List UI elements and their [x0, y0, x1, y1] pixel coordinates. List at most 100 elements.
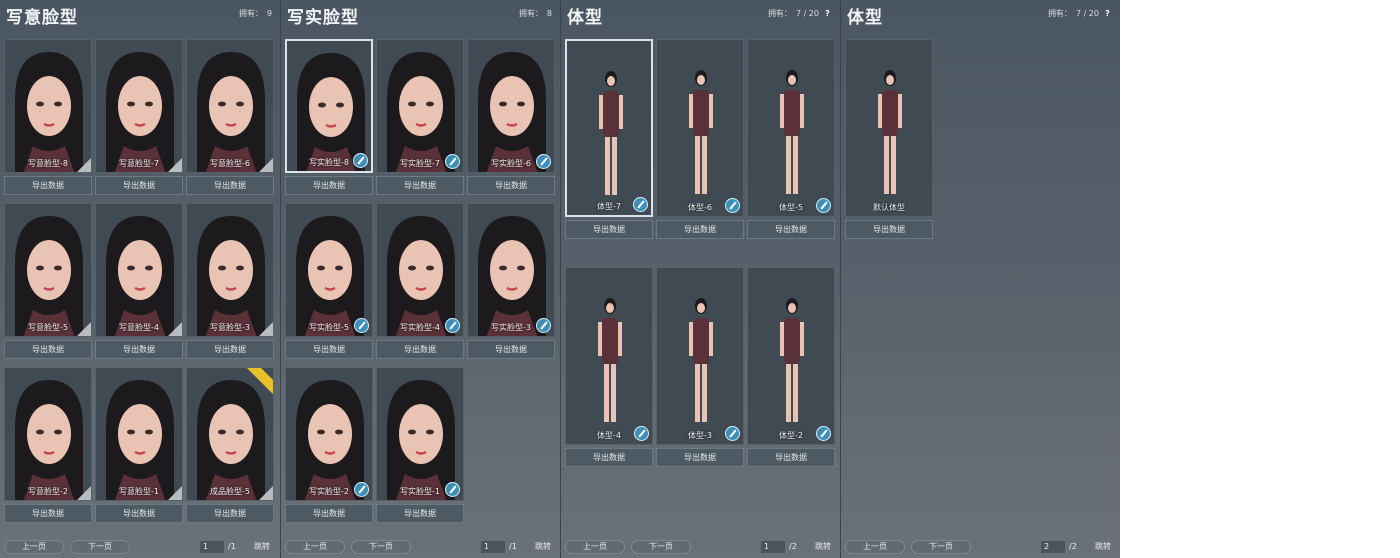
face-card[interactable]: 写意脸型-4 — [95, 203, 183, 337]
next-page-button[interactable]: 下一页 — [911, 540, 971, 554]
prev-page-button[interactable]: 上一页 — [285, 540, 345, 554]
export-data-button[interactable]: 导出数据 — [376, 504, 464, 523]
body-card[interactable]: 体型-6 — [656, 39, 744, 217]
card-name: 默认体型 — [873, 203, 905, 212]
export-data-button[interactable]: 导出数据 — [376, 176, 464, 195]
jump-button[interactable]: 跳转 — [254, 540, 270, 554]
body-card[interactable]: 体型-5 — [747, 39, 835, 217]
export-data-button[interactable]: 导出数据 — [565, 220, 653, 239]
face-card[interactable]: 成品脸型-5 — [186, 367, 274, 501]
pager: 上一页 下一页 1 /1 跳转 — [4, 540, 276, 554]
face-card[interactable]: 写意脸型-8 — [4, 39, 92, 173]
jump-button[interactable]: 跳转 — [815, 540, 831, 554]
export-data-button[interactable]: 导出数据 — [95, 176, 183, 195]
export-data-button[interactable]: 导出数据 — [4, 176, 92, 195]
edit-brush-icon[interactable] — [725, 198, 740, 213]
page-total: /2 — [1069, 542, 1077, 551]
export-data-button[interactable]: 导出数据 — [4, 340, 92, 359]
body-card[interactable]: 体型-2 — [747, 267, 835, 445]
face-card[interactable]: 写实脸型-5 — [285, 203, 373, 337]
page-total: /1 — [228, 542, 236, 551]
face-card[interactable]: 写实脸型-8 — [285, 39, 373, 173]
face-card[interactable]: 写实脸型-1 — [376, 367, 464, 501]
face-card[interactable]: 写意脸型-3 — [186, 203, 274, 337]
owned-count: 拥有： 9 — [239, 8, 272, 19]
export-data-button[interactable]: 导出数据 — [186, 504, 274, 523]
face-card[interactable]: 写实脸型-7 — [376, 39, 464, 173]
page-number-input[interactable]: 2 — [1041, 541, 1065, 553]
edit-brush-icon[interactable] — [354, 482, 369, 497]
body-card[interactable]: 体型-3 — [656, 267, 744, 445]
help-icon[interactable]: ? — [1103, 9, 1112, 18]
face-card[interactable]: 写意脸型-7 — [95, 39, 183, 173]
export-data-button[interactable]: 导出数据 — [95, 504, 183, 523]
page-total: /2 — [789, 542, 797, 551]
face-card[interactable]: 写实脸型-2 — [285, 367, 373, 501]
body-thumbnail — [657, 40, 743, 216]
face-thumbnail — [96, 204, 182, 336]
owned-count: 拥有： 7 / 20 ? — [768, 8, 832, 19]
export-data-button[interactable]: 导出数据 — [95, 340, 183, 359]
face-thumbnail — [468, 204, 554, 336]
edit-brush-icon[interactable] — [445, 318, 460, 333]
edit-brush-icon[interactable] — [634, 426, 649, 441]
body-card[interactable]: 体型-4 — [565, 267, 653, 445]
edit-brush-icon[interactable] — [536, 318, 551, 333]
face-thumbnail — [286, 368, 372, 500]
export-data-button[interactable]: 导出数据 — [186, 176, 274, 195]
panel-realistic-faces: 写实脸型 拥有： 8 写实脸型-8 导出数据 写实脸型-7 导出数据 写实脸型-6 导… — [280, 0, 560, 558]
body-card[interactable]: 默认体型 — [845, 39, 933, 217]
export-data-button[interactable]: 导出数据 — [747, 220, 835, 239]
edit-brush-icon[interactable] — [353, 153, 368, 168]
face-card[interactable]: 写实脸型-6 — [467, 39, 555, 173]
page-number-input[interactable]: 1 — [200, 541, 224, 553]
prev-page-button[interactable]: 上一页 — [4, 540, 64, 554]
body-card[interactable]: 体型-7 — [565, 39, 653, 217]
edit-brush-icon[interactable] — [445, 482, 460, 497]
prev-page-button[interactable]: 上一页 — [565, 540, 625, 554]
edit-brush-icon[interactable] — [536, 154, 551, 169]
edit-brush-icon[interactable] — [445, 154, 460, 169]
export-data-button[interactable]: 导出数据 — [4, 504, 92, 523]
export-data-button[interactable]: 导出数据 — [656, 448, 744, 467]
card-name: 写意脸型-8 — [28, 159, 68, 168]
edit-brush-icon[interactable] — [633, 197, 648, 212]
face-card[interactable]: 写意脸型-2 — [4, 367, 92, 501]
edit-brush-icon[interactable] — [816, 426, 831, 441]
export-data-button[interactable]: 导出数据 — [845, 220, 933, 239]
jump-button[interactable]: 跳转 — [535, 540, 551, 554]
face-card[interactable]: 写意脸型-6 — [186, 39, 274, 173]
next-page-button[interactable]: 下一页 — [631, 540, 691, 554]
panel-body-types-page2: 体型 拥有： 7 / 20 ? 默认体型 导出数据 上一页 下一页 2 /2 跳转 — [840, 0, 1120, 558]
face-thumbnail — [5, 40, 91, 172]
face-card[interactable]: 写意脸型-5 — [4, 203, 92, 337]
export-data-button[interactable]: 导出数据 — [186, 340, 274, 359]
panel-title: 体型 — [847, 8, 883, 28]
card-name: 写意脸型-2 — [28, 487, 68, 496]
face-card[interactable]: 写实脸型-4 — [376, 203, 464, 337]
export-data-button[interactable]: 导出数据 — [656, 220, 744, 239]
edit-brush-icon[interactable] — [354, 318, 369, 333]
edit-brush-icon[interactable] — [725, 426, 740, 441]
export-data-button[interactable]: 导出数据 — [285, 340, 373, 359]
pager: 上一页 下一页 2 /2 跳转 — [845, 540, 1116, 554]
prev-page-button[interactable]: 上一页 — [845, 540, 905, 554]
face-card[interactable]: 写实脸型-3 — [467, 203, 555, 337]
face-card[interactable]: 写意脸型-1 — [95, 367, 183, 501]
card-name: 写意脸型-4 — [119, 323, 159, 332]
export-data-button[interactable]: 导出数据 — [565, 448, 653, 467]
card-name: 写意脸型-5 — [28, 323, 68, 332]
help-icon[interactable]: ? — [823, 9, 832, 18]
export-data-button[interactable]: 导出数据 — [285, 504, 373, 523]
jump-button[interactable]: 跳转 — [1095, 540, 1111, 554]
export-data-button[interactable]: 导出数据 — [285, 176, 373, 195]
export-data-button[interactable]: 导出数据 — [376, 340, 464, 359]
export-data-button[interactable]: 导出数据 — [467, 176, 555, 195]
page-number-input[interactable]: 1 — [481, 541, 505, 553]
next-page-button[interactable]: 下一页 — [351, 540, 411, 554]
export-data-button[interactable]: 导出数据 — [747, 448, 835, 467]
page-number-input[interactable]: 1 — [761, 541, 785, 553]
export-data-button[interactable]: 导出数据 — [467, 340, 555, 359]
next-page-button[interactable]: 下一页 — [70, 540, 130, 554]
edit-brush-icon[interactable] — [816, 198, 831, 213]
